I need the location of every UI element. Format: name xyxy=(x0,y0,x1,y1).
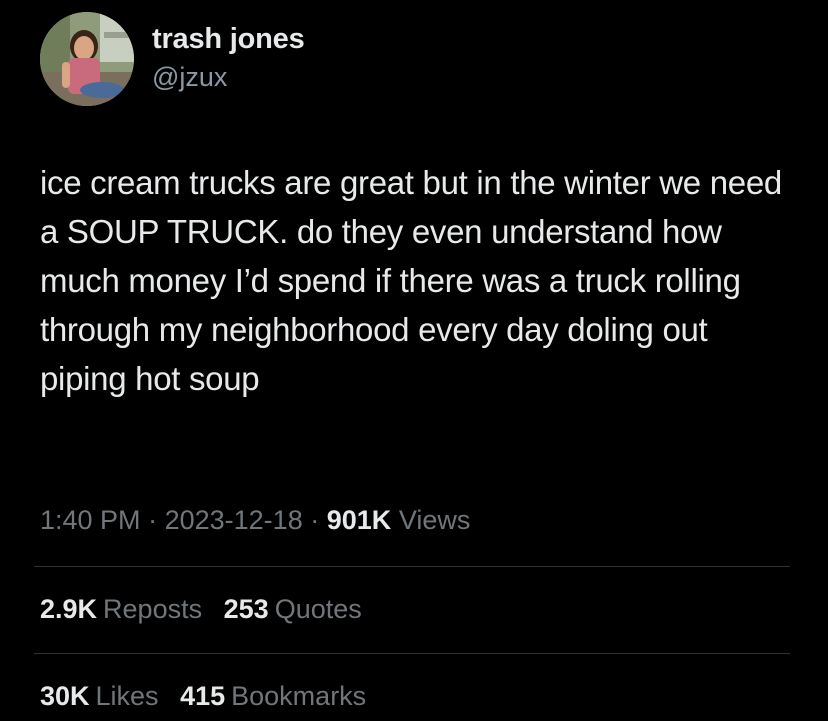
likes-count: 30K xyxy=(40,681,90,711)
quotes-count: 253 xyxy=(223,594,269,624)
meta-separator: · xyxy=(148,505,158,535)
bookmarks-label: Bookmarks xyxy=(231,681,367,711)
tweet-time[interactable]: 1:40 PM xyxy=(40,505,141,535)
likes-label: Likes xyxy=(95,681,159,711)
reposts-label: Reposts xyxy=(103,594,203,624)
bookmarks-stat[interactable]: 415 Bookmarks xyxy=(180,676,366,716)
repost-quote-stats: 2.9K Reposts 253 Quotes xyxy=(40,589,376,629)
tweet-meta: 1:40 PM · 2023-12-18 · 901K Views xyxy=(40,500,470,540)
meta-separator: · xyxy=(310,505,320,535)
divider xyxy=(34,566,790,567)
like-bookmark-stats: 30K Likes 415 Bookmarks xyxy=(40,676,380,716)
views-count: 901K xyxy=(326,505,392,535)
profile-photo-icon xyxy=(40,12,134,106)
tweet-text: ice cream trucks are great but in the wi… xyxy=(40,164,782,397)
avatar[interactable] xyxy=(40,12,134,106)
views-label: Views xyxy=(398,505,471,535)
tweet-date[interactable]: 2023-12-18 xyxy=(165,505,303,535)
divider xyxy=(34,653,790,654)
bookmarks-count: 415 xyxy=(180,681,226,711)
quotes-label: Quotes xyxy=(274,594,362,624)
reposts-count: 2.9K xyxy=(40,594,98,624)
quotes-stat[interactable]: 253 Quotes xyxy=(224,589,362,629)
display-name[interactable]: trash jones xyxy=(152,22,305,56)
reposts-stat[interactable]: 2.9K Reposts xyxy=(40,589,202,629)
user-handle[interactable]: @jzux xyxy=(152,60,305,94)
tweet-header: trash jones @jzux xyxy=(40,12,305,106)
author-names: trash jones @jzux xyxy=(152,22,305,94)
likes-stat[interactable]: 30K Likes xyxy=(40,676,159,716)
